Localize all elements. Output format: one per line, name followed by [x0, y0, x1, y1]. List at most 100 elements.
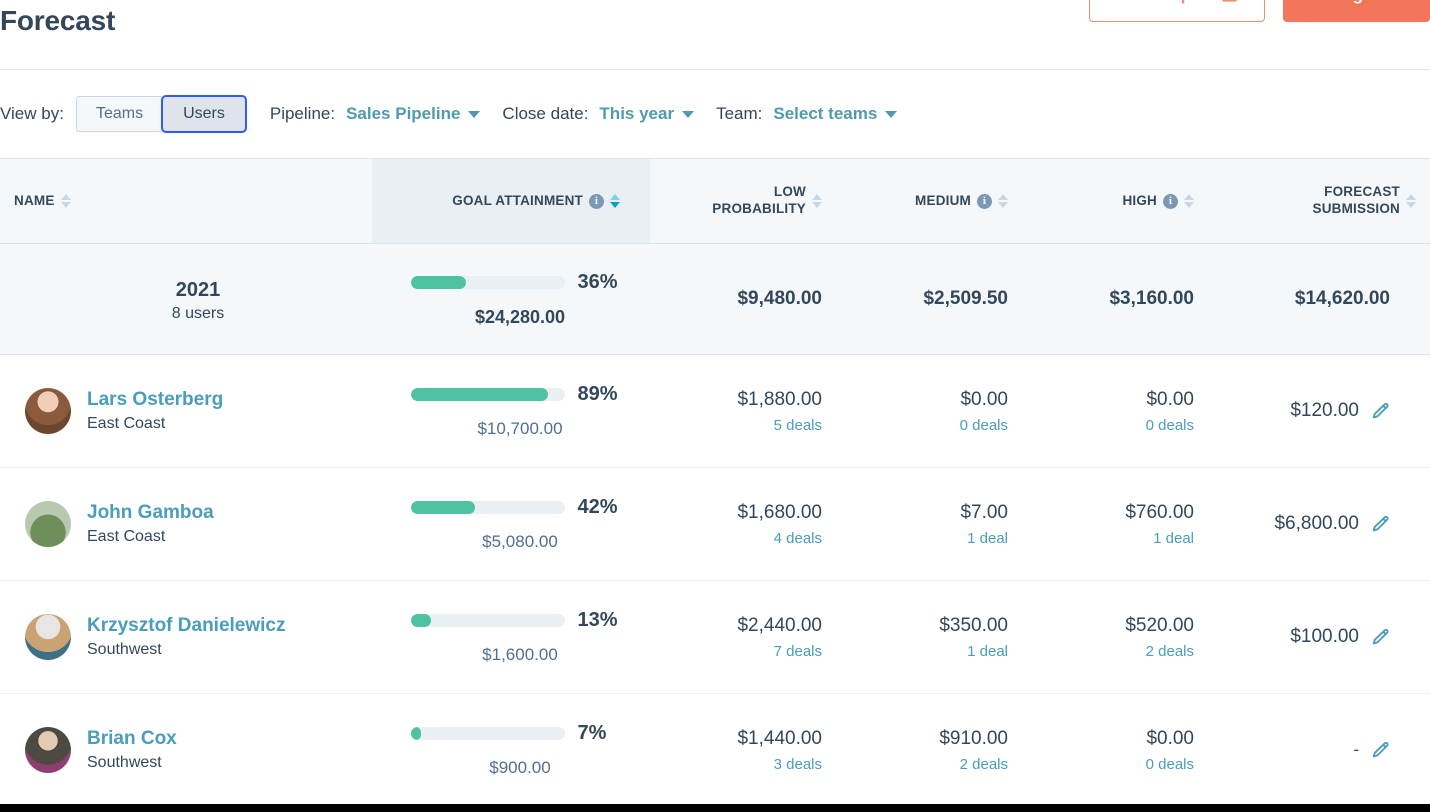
- row-forecast-value: -: [1353, 740, 1359, 759]
- pencil-icon[interactable]: [1371, 741, 1390, 760]
- toggle-users[interactable]: Users: [161, 95, 247, 133]
- row-low-deals[interactable]: 7 deals: [774, 643, 822, 660]
- pipeline-value: Sales Pipeline: [346, 104, 461, 123]
- column-label-low-probability: LOW PROBABILITY: [712, 184, 806, 216]
- row-low-deals[interactable]: 3 deals: [774, 756, 822, 773]
- forecast-table: NAME GOAL ATTAINMENT i LOW PROBABILITY M…: [0, 158, 1430, 807]
- row-goal-cell: 89% $10,700.00: [372, 355, 650, 467]
- table-body: Lars Osterberg East Coast 89% $10,700.00…: [0, 355, 1430, 807]
- row-low-cell: $1,880.00 5 deals: [650, 355, 836, 467]
- row-medium-value: $7.00: [960, 502, 1008, 524]
- pencil-icon[interactable]: [1371, 515, 1390, 534]
- summary-forecast-cell: $14,620.00: [1208, 244, 1430, 354]
- goal-progress-fill: [410, 388, 548, 401]
- filter-close-date: Close date: This year: [502, 104, 695, 124]
- row-high-value: $0.00: [1146, 389, 1194, 411]
- row-name-cell: Krzysztof Danielewicz Southwest: [0, 581, 372, 693]
- column-header-name[interactable]: NAME: [0, 159, 372, 243]
- sort-icon-high[interactable]: [1184, 194, 1194, 208]
- avatar: [25, 614, 71, 660]
- person-name-link[interactable]: Brian Cox: [87, 728, 177, 751]
- row-goal-amount: $5,080.00: [482, 532, 558, 551]
- toggle-teams[interactable]: Teams: [75, 96, 163, 132]
- table-row: Brian Cox Southwest 7% $900.00 $1,440.00…: [0, 694, 1430, 807]
- goal-progress-fill: [410, 727, 422, 740]
- sort-icon-forecast-submission[interactable]: [1406, 194, 1416, 208]
- person-team: Southwest: [87, 640, 162, 658]
- bottom-edge: [0, 804, 1430, 812]
- close-date-value: This year: [599, 104, 675, 123]
- sort-icon-low-probability[interactable]: [812, 194, 822, 208]
- row-medium-deals[interactable]: 1 deal: [967, 530, 1008, 547]
- column-header-high[interactable]: HIGH i: [1022, 159, 1208, 243]
- goal-progress-bar: [410, 614, 565, 627]
- summary-low-cell: $9,480.00: [650, 244, 836, 354]
- info-icon[interactable]: i: [977, 193, 992, 209]
- row-high-deals[interactable]: 2 deals: [1146, 643, 1194, 660]
- row-forecast-cell: $100.00: [1208, 581, 1430, 693]
- column-header-forecast-submission[interactable]: FORECAST SUBMISSION: [1208, 159, 1430, 243]
- table-row: John Gamboa East Coast 42% $5,080.00 $1,…: [0, 468, 1430, 581]
- summary-goal-percent: 36%: [577, 270, 618, 293]
- row-low-value: $1,440.00: [737, 728, 822, 750]
- row-medium-cell: $910.00 2 deals: [836, 694, 1022, 806]
- row-medium-deals[interactable]: 1 deal: [967, 643, 1008, 660]
- view-report-button[interactable]: View Report: [1088, 0, 1265, 22]
- row-forecast-value: $6,800.00: [1274, 513, 1359, 534]
- row-forecast-value: $120.00: [1290, 400, 1359, 421]
- summary-users-count: 8 users: [171, 304, 225, 322]
- table-row: Krzysztof Danielewicz Southwest 13% $1,6…: [0, 581, 1430, 694]
- row-high-deals[interactable]: 0 deals: [1146, 417, 1194, 434]
- row-name-cell: Lars Osterberg East Coast: [0, 355, 372, 467]
- row-high-cell: $0.00 0 deals: [1022, 355, 1208, 467]
- goal-progress-fill: [410, 275, 466, 289]
- pencil-icon[interactable]: [1371, 628, 1390, 647]
- team-dropdown[interactable]: Select teams: [773, 104, 898, 124]
- sort-icon-goal-attainment[interactable]: [610, 194, 620, 208]
- row-high-cell: $760.00 1 deal: [1022, 468, 1208, 580]
- column-label-forecast-submission: FORECAST SUBMISSION: [1312, 184, 1400, 216]
- row-forecast-cell: $6,800.00: [1208, 468, 1430, 580]
- info-icon[interactable]: i: [589, 193, 604, 209]
- column-header-low-probability[interactable]: LOW PROBABILITY: [650, 159, 836, 243]
- row-high-deals[interactable]: 1 deal: [1153, 530, 1194, 547]
- row-high-value: $760.00: [1125, 502, 1194, 524]
- sort-icon-medium[interactable]: [998, 194, 1008, 208]
- row-low-deals[interactable]: 4 deals: [774, 530, 822, 547]
- filter-team: Team: Select teams: [716, 104, 898, 124]
- summary-medium-value: $2,509.50: [923, 288, 1008, 309]
- column-header-goal-attainment[interactable]: GOAL ATTAINMENT i: [372, 159, 650, 243]
- summary-low-value: $9,480.00: [737, 288, 822, 309]
- row-high-deals[interactable]: 0 deals: [1146, 756, 1194, 773]
- column-header-medium[interactable]: MEDIUM i: [836, 159, 1022, 243]
- goal-progress-bar: [410, 727, 565, 740]
- row-low-value: $1,680.00: [737, 502, 822, 524]
- person-name-link[interactable]: Krzysztof Danielewicz: [87, 615, 286, 638]
- row-goal-amount: $1,600.00: [482, 645, 558, 664]
- pencil-icon[interactable]: [1371, 402, 1390, 421]
- row-low-deals[interactable]: 5 deals: [774, 417, 822, 434]
- column-label-medium: MEDIUM: [915, 192, 971, 208]
- summary-high-cell: $3,160.00: [1022, 244, 1208, 354]
- close-date-dropdown[interactable]: This year: [599, 104, 695, 124]
- row-medium-deals[interactable]: 2 deals: [960, 756, 1008, 773]
- info-icon[interactable]: i: [1163, 193, 1178, 209]
- person-team: East Coast: [87, 414, 166, 432]
- sort-icon-name[interactable]: [60, 194, 71, 208]
- person-name-link[interactable]: John Gamboa: [87, 502, 214, 525]
- team-label: Team:: [716, 104, 763, 123]
- row-high-value: $520.00: [1125, 615, 1194, 637]
- column-label-name: NAME: [14, 192, 55, 208]
- goal-progress-fill: [410, 614, 431, 627]
- person-name-link[interactable]: Lars Osterberg: [87, 389, 223, 412]
- summary-row: 2021 8 users 36% $24,280.00 $9,480.00 $2…: [0, 244, 1430, 355]
- row-medium-deals[interactable]: 0 deals: [960, 417, 1008, 434]
- row-forecast-cell: -: [1208, 694, 1430, 806]
- edit-goals-button[interactable]: Edit goals: [1282, 0, 1430, 22]
- row-forecast-value: $100.00: [1290, 626, 1359, 647]
- row-low-cell: $1,680.00 4 deals: [650, 468, 836, 580]
- close-date-label: Close date:: [502, 104, 589, 123]
- pipeline-dropdown[interactable]: Sales Pipeline: [346, 104, 481, 124]
- table-row: Lars Osterberg East Coast 89% $10,700.00…: [0, 355, 1430, 468]
- row-goal-percent: 89%: [577, 383, 618, 405]
